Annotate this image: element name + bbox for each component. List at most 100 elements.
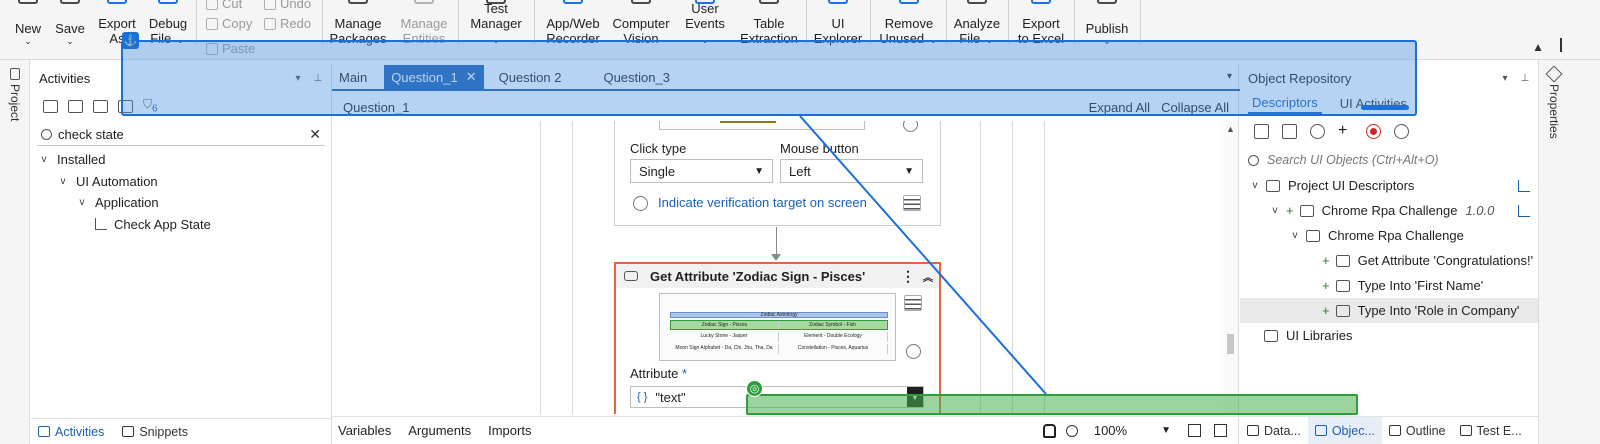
get-attribute-activity-card[interactable]: Get Attribute 'Zodiac Sign - Pisces' ⋮ ︽… bbox=[614, 262, 941, 414]
collapse-all-icon[interactable] bbox=[1282, 124, 1297, 139]
project-panel-icon bbox=[10, 68, 20, 80]
copy-button[interactable]: Copy bbox=[206, 16, 252, 31]
redo-button[interactable]: Redo bbox=[264, 16, 311, 31]
chevron-down-icon[interactable]: ▾ bbox=[1498, 73, 1512, 84]
chevron-down-icon[interactable]: v bbox=[1288, 230, 1302, 241]
properties-sidebar-strip: Properties bbox=[1538, 60, 1600, 444]
ribbon-separator bbox=[1074, 0, 1075, 44]
screen-icon bbox=[1306, 229, 1320, 242]
target-screenshot bbox=[659, 121, 865, 130]
snapshot-icon[interactable] bbox=[1394, 124, 1409, 139]
chevron-down-icon[interactable]: v bbox=[1248, 180, 1262, 191]
tree-node-installed[interactable]: v Installed bbox=[31, 149, 331, 171]
zoom-level[interactable]: 100% bbox=[1094, 423, 1127, 438]
tab-activities[interactable]: Activities bbox=[31, 419, 111, 444]
pin-icon[interactable]: ⊥ bbox=[1518, 73, 1532, 84]
tab-test-explorer[interactable]: Test E... bbox=[1453, 417, 1529, 444]
collapse-icon[interactable]: ︽ bbox=[923, 269, 933, 284]
recorder-icon bbox=[563, 0, 583, 4]
expand-all-icon[interactable] bbox=[1254, 124, 1269, 139]
tree-node-ui-libraries[interactable]: UI Libraries bbox=[1240, 323, 1538, 348]
new-button[interactable]: New ⌄ bbox=[8, 0, 48, 46]
variables-tab[interactable]: Variables bbox=[338, 423, 391, 438]
chevron-down-icon[interactable]: ▼ bbox=[1161, 425, 1171, 436]
activity-check-app-state[interactable]: Check App State bbox=[31, 214, 331, 236]
tab-data-manager[interactable]: Data... bbox=[1240, 417, 1308, 444]
refresh-icon[interactable] bbox=[1310, 124, 1325, 139]
properties-panel-tab[interactable]: Properties bbox=[1547, 84, 1561, 139]
user-events-icon bbox=[695, 0, 715, 4]
add-icon[interactable]: + bbox=[1338, 123, 1353, 139]
arguments-tab[interactable]: Arguments bbox=[408, 423, 471, 438]
click-type-label: Click type bbox=[630, 141, 687, 156]
clear-search-icon[interactable]: ✕ bbox=[309, 126, 321, 143]
tab-snippets[interactable]: Snippets bbox=[115, 419, 195, 444]
show-previews-icon[interactable] bbox=[93, 99, 108, 113]
computer-vision-icon bbox=[631, 0, 651, 4]
add-to-library-icon[interactable] bbox=[1518, 204, 1530, 217]
click-type-select[interactable]: Single ▼ bbox=[630, 159, 773, 183]
sequence-guide-line bbox=[1012, 121, 1013, 414]
designer-canvas[interactable]: Click type Mouse button Single ▼ Left ▼ In… bbox=[332, 121, 1225, 414]
chevron-down-icon[interactable]: v bbox=[56, 176, 70, 187]
save-button[interactable]: Save ⌄ bbox=[52, 0, 88, 46]
chevron-down-icon[interactable]: v bbox=[1268, 205, 1282, 216]
tree-node-element[interactable]: + Type Into 'First Name' bbox=[1240, 273, 1538, 298]
menu-icon[interactable] bbox=[903, 195, 921, 211]
cut-button[interactable]: Cut bbox=[206, 0, 242, 11]
indicate-verification-target-link[interactable]: Indicate verification target on screen bbox=[658, 195, 867, 210]
chevron-down-icon[interactable]: v bbox=[75, 197, 89, 208]
ribbon-separator bbox=[1140, 0, 1141, 44]
scrollbar-thumb[interactable] bbox=[1227, 334, 1234, 354]
object-repository-toolbar: + bbox=[1254, 123, 1409, 139]
collapse-ribbon-icon[interactable]: ▲ bbox=[1532, 40, 1544, 54]
undo-button[interactable]: Undo bbox=[264, 0, 311, 11]
zodiac-table-preview: Zodiac Astrology Zodiac Sign - Pisces Zod… bbox=[670, 312, 888, 356]
capture-elements-icon[interactable] bbox=[1366, 124, 1381, 139]
imports-tab[interactable]: Imports bbox=[488, 423, 531, 438]
chevron-down-icon[interactable]: v bbox=[37, 154, 51, 165]
tree-node-project-ui-descriptors[interactable]: v Project UI Descriptors bbox=[1240, 173, 1538, 198]
expand-all-icon[interactable] bbox=[43, 99, 58, 113]
click-activity-card[interactable]: Click type Mouse button Single ▼ Left ▼ In… bbox=[614, 121, 941, 226]
studio-window: New ⌄ Save ⌄ Export As Debug File ⌄ Cut … bbox=[0, 0, 1600, 444]
project-descriptors-icon bbox=[1266, 179, 1280, 192]
tree-node-element[interactable]: + Get Attribute 'Congratulations!' bbox=[1240, 248, 1538, 273]
tree-node-application[interactable]: v Application bbox=[31, 192, 331, 214]
target-highlight bbox=[720, 121, 776, 123]
tab-outline[interactable]: Outline bbox=[1382, 417, 1453, 444]
target-icon[interactable] bbox=[906, 344, 921, 359]
add-to-library-icon[interactable] bbox=[1518, 179, 1530, 192]
activities-search-input[interactable] bbox=[58, 127, 304, 142]
added-marker: + bbox=[1286, 203, 1294, 218]
zoom-icon[interactable] bbox=[1065, 424, 1078, 437]
tree-node-application[interactable]: v + Chrome Rpa Challenge 1.0.0 bbox=[1240, 198, 1538, 223]
tree-node-ui-automation[interactable]: v UI Automation bbox=[31, 171, 331, 193]
canvas-scrollbar[interactable]: ▲ bbox=[1223, 121, 1238, 414]
object-search[interactable]: Search UI Objects (Ctrl+Alt+O) bbox=[1246, 150, 1532, 170]
tree-node-screen[interactable]: v Chrome Rpa Challenge bbox=[1240, 223, 1538, 248]
scroll-up-icon[interactable]: ▲ bbox=[1226, 124, 1235, 134]
activity-title: Get Attribute 'Zodiac Sign - Pisces' bbox=[650, 268, 866, 284]
activities-panel-title: Activities bbox=[39, 70, 91, 86]
sequence-guide-line bbox=[1044, 121, 1045, 414]
tree-node-element-selected[interactable]: + Type Into 'Role in Company' bbox=[1240, 298, 1538, 323]
menu-icon[interactable] bbox=[904, 295, 922, 311]
snippets-icon bbox=[122, 426, 135, 437]
export-icon bbox=[107, 0, 127, 4]
type-into-icon bbox=[1335, 304, 1350, 317]
ribbon-options-icon[interactable] bbox=[1560, 38, 1570, 52]
project-panel-tab[interactable]: Project bbox=[8, 84, 22, 121]
ribbon-separator bbox=[322, 0, 323, 44]
collapse-all-icon[interactable] bbox=[68, 99, 83, 113]
mouse-button-select[interactable]: Left ▼ bbox=[780, 159, 923, 183]
pan-hand-icon[interactable] bbox=[1042, 423, 1056, 438]
overview-icon[interactable] bbox=[1214, 424, 1227, 437]
target-icon[interactable] bbox=[903, 121, 918, 132]
attribute-value: "text" bbox=[655, 389, 686, 405]
tab-object-repository[interactable]: Objec... bbox=[1307, 416, 1382, 444]
more-options-icon[interactable]: ⋮ bbox=[901, 268, 915, 285]
fit-to-screen-icon[interactable] bbox=[1188, 424, 1201, 437]
target-region-overlay: ◎ bbox=[746, 380, 1358, 415]
table-extraction-icon bbox=[759, 0, 779, 4]
